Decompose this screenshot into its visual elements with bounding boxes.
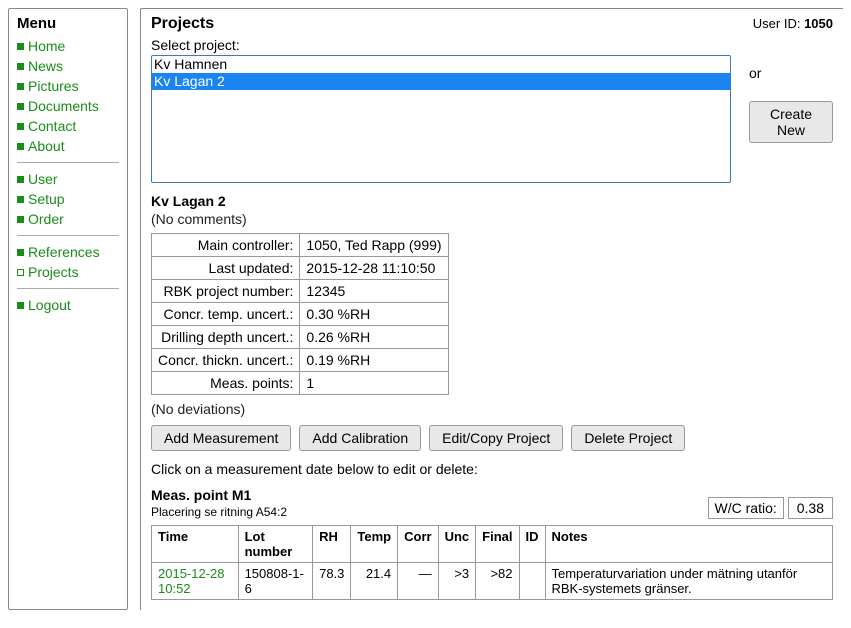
bullet-icon bbox=[17, 302, 24, 309]
wc-ratio: W/C ratio: 0.38 bbox=[708, 497, 833, 519]
info-label: Last updated: bbox=[152, 257, 300, 280]
bullet-icon bbox=[17, 176, 24, 183]
bullet-icon bbox=[17, 249, 24, 256]
table-cell: Temperaturvariation under mätning utanfö… bbox=[545, 563, 833, 600]
sidebar-item-about[interactable]: About bbox=[17, 138, 119, 154]
table-cell: >3 bbox=[438, 563, 476, 600]
column-header: ID bbox=[519, 526, 545, 563]
page-title: Projects bbox=[151, 15, 214, 33]
add-measurement-button[interactable]: Add Measurement bbox=[151, 425, 291, 451]
wc-ratio-value: 0.38 bbox=[788, 497, 833, 519]
measurement-table: TimeLot numberRHTempCorrUncFinalIDNotes2… bbox=[151, 525, 833, 600]
sidebar-item-pictures[interactable]: Pictures bbox=[17, 78, 119, 94]
table-cell: >82 bbox=[476, 563, 519, 600]
info-label: Concr. thickn. uncert.: bbox=[152, 349, 300, 372]
menu-divider bbox=[17, 162, 119, 163]
sidebar-item-contact[interactable]: Contact bbox=[17, 118, 119, 134]
delete-project-button[interactable]: Delete Project bbox=[571, 425, 685, 451]
user-id: User ID: 1050 bbox=[753, 16, 833, 31]
column-header: RH bbox=[313, 526, 351, 563]
or-label: or bbox=[749, 65, 833, 81]
info-label: Main controller: bbox=[152, 234, 300, 257]
edit-copy-project-button[interactable]: Edit/Copy Project bbox=[429, 425, 563, 451]
sidebar-item-home[interactable]: Home bbox=[17, 38, 119, 54]
sidebar-item-user[interactable]: User bbox=[17, 171, 119, 187]
info-row: Main controller:1050, Ted Rapp (999) bbox=[152, 234, 449, 257]
table-cell: — bbox=[398, 563, 438, 600]
bullet-icon bbox=[17, 43, 24, 50]
bullet-icon bbox=[17, 216, 24, 223]
measurement-time-link[interactable]: 2015-12-28 10:52 bbox=[158, 566, 225, 596]
info-label: Meas. points: bbox=[152, 372, 300, 395]
info-label: Drilling depth uncert.: bbox=[152, 326, 300, 349]
info-value: 0.26 %RH bbox=[300, 326, 448, 349]
bullet-icon bbox=[17, 63, 24, 70]
table-header-row: TimeLot numberRHTempCorrUncFinalIDNotes bbox=[152, 526, 833, 563]
column-header: Notes bbox=[545, 526, 833, 563]
table-cell: 2015-12-28 10:52 bbox=[152, 563, 239, 600]
column-header: Lot number bbox=[238, 526, 313, 563]
project-option[interactable]: Kv Lagan 2 bbox=[152, 73, 730, 90]
sidebar-item-logout[interactable]: Logout bbox=[17, 297, 119, 313]
info-label: Concr. temp. uncert.: bbox=[152, 303, 300, 326]
column-header: Time bbox=[152, 526, 239, 563]
bullet-icon bbox=[17, 103, 24, 110]
info-value: 0.19 %RH bbox=[300, 349, 448, 372]
sidebar: Menu Home News Pictures Documents Contact Abo… bbox=[8, 8, 128, 610]
menu-heading: Menu bbox=[17, 15, 119, 32]
sidebar-item-setup[interactable]: Setup bbox=[17, 191, 119, 207]
column-header: Unc bbox=[438, 526, 476, 563]
sidebar-item-references[interactable]: References bbox=[17, 244, 119, 260]
wc-ratio-label: W/C ratio: bbox=[708, 497, 784, 519]
select-project-label: Select project: bbox=[151, 37, 731, 53]
add-calibration-button[interactable]: Add Calibration bbox=[299, 425, 421, 451]
info-row: Last updated:2015-12-28 11:10:50 bbox=[152, 257, 449, 280]
project-comments: (No comments) bbox=[151, 211, 833, 227]
create-new-button[interactable]: Create New bbox=[749, 101, 833, 143]
bullet-icon bbox=[17, 269, 24, 276]
info-row: Concr. temp. uncert.:0.30 %RH bbox=[152, 303, 449, 326]
info-row: Meas. points:1 bbox=[152, 372, 449, 395]
sidebar-item-projects[interactable]: Projects bbox=[17, 264, 119, 280]
project-option[interactable]: Kv Hamnen bbox=[152, 56, 730, 73]
meas-point-title: Meas. point M1 bbox=[151, 487, 287, 503]
project-select[interactable]: Kv HamnenKv Lagan 2 bbox=[151, 55, 731, 183]
sidebar-item-news[interactable]: News bbox=[17, 58, 119, 74]
table-cell: 150808-1-6 bbox=[238, 563, 313, 600]
meas-point-subtitle: Placering se ritning A54:2 bbox=[151, 505, 287, 519]
table-cell bbox=[519, 563, 545, 600]
bullet-icon bbox=[17, 123, 24, 130]
info-value: 2015-12-28 11:10:50 bbox=[300, 257, 448, 280]
bullet-icon bbox=[17, 143, 24, 150]
info-value: 12345 bbox=[300, 280, 448, 303]
info-value: 0.30 %RH bbox=[300, 303, 448, 326]
info-value: 1 bbox=[300, 372, 448, 395]
project-info-table: Main controller:1050, Ted Rapp (999)Last… bbox=[151, 233, 449, 395]
bullet-icon bbox=[17, 83, 24, 90]
menu-divider bbox=[17, 235, 119, 236]
menu-divider bbox=[17, 288, 119, 289]
sidebar-item-order[interactable]: Order bbox=[17, 211, 119, 227]
table-row: 2015-12-28 10:52 150808-1-678.321.4—>3>82… bbox=[152, 563, 833, 600]
info-row: RBK project number:12345 bbox=[152, 280, 449, 303]
info-row: Drilling depth uncert.:0.26 %RH bbox=[152, 326, 449, 349]
sidebar-item-documents[interactable]: Documents bbox=[17, 98, 119, 114]
info-label: RBK project number: bbox=[152, 280, 300, 303]
bullet-icon bbox=[17, 196, 24, 203]
column-header: Corr bbox=[398, 526, 438, 563]
column-header: Temp bbox=[351, 526, 398, 563]
table-cell: 21.4 bbox=[351, 563, 398, 600]
edit-hint: Click on a measurement date below to edi… bbox=[151, 461, 833, 477]
column-header: Final bbox=[476, 526, 519, 563]
project-name: Kv Lagan 2 bbox=[151, 193, 833, 209]
table-cell: 78.3 bbox=[313, 563, 351, 600]
info-row: Concr. thickn. uncert.:0.19 %RH bbox=[152, 349, 449, 372]
main-panel: Projects User ID: 1050 Select project: K… bbox=[140, 8, 843, 610]
info-value: 1050, Ted Rapp (999) bbox=[300, 234, 448, 257]
project-deviations: (No deviations) bbox=[151, 401, 833, 417]
